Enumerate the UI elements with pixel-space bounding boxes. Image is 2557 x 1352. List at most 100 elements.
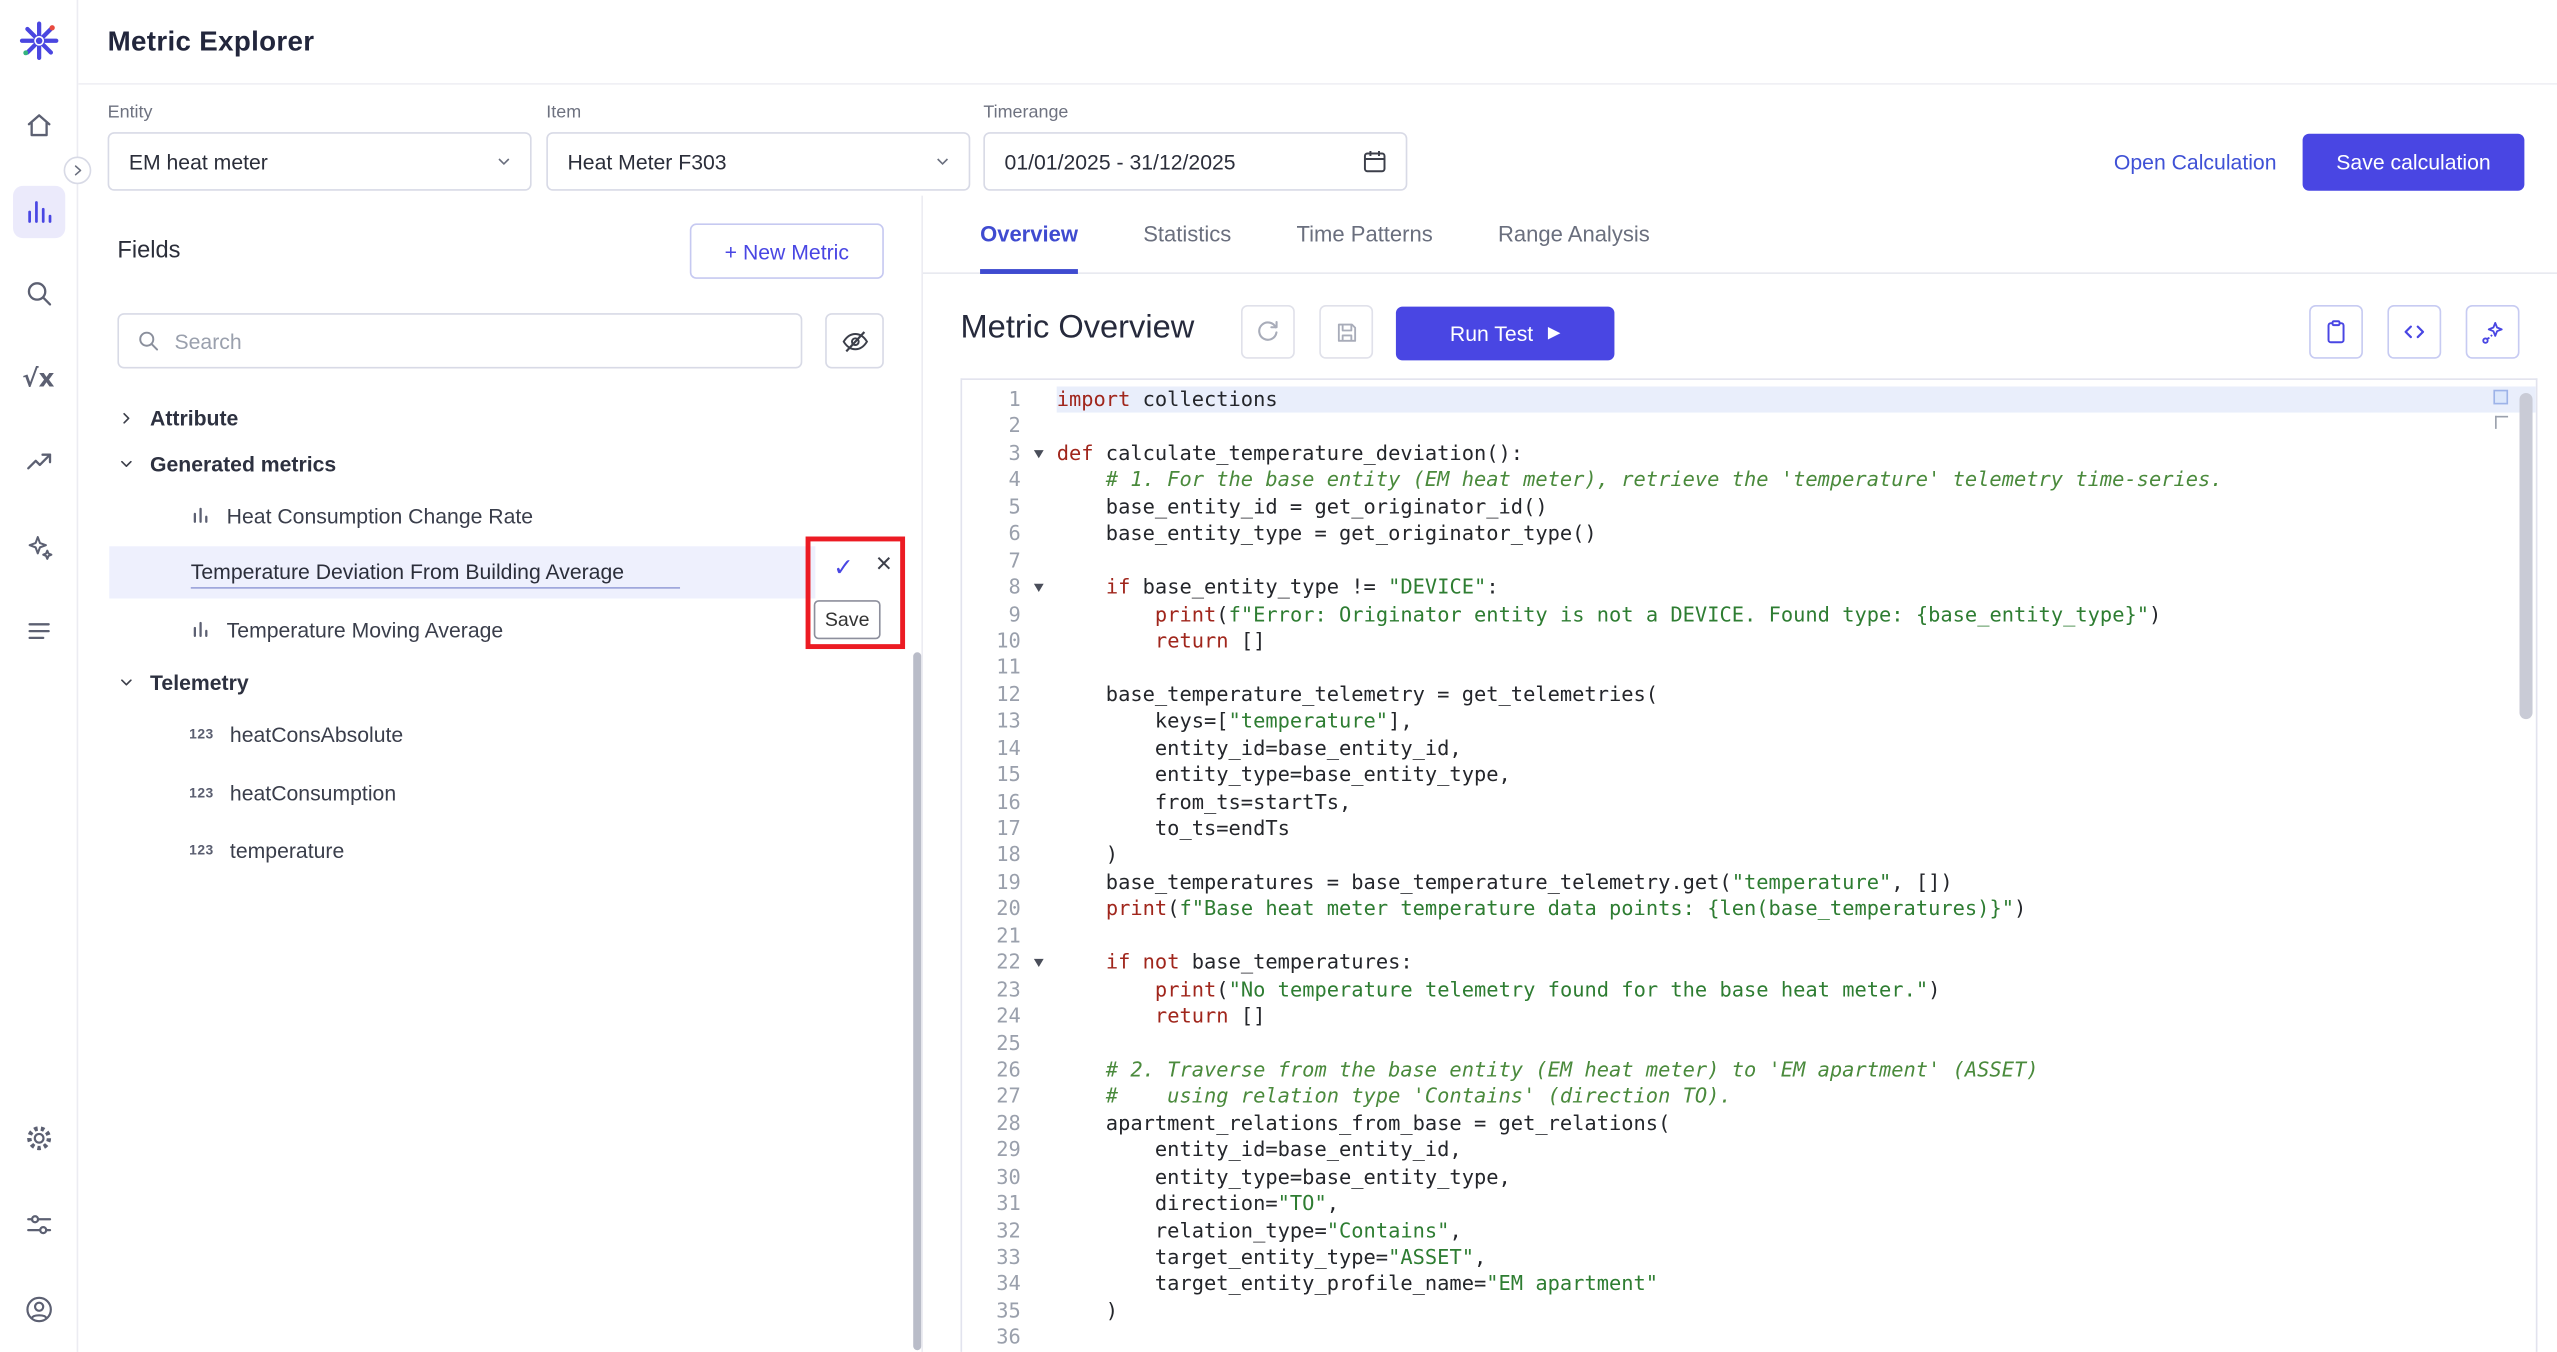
item-label: Item	[546, 103, 970, 123]
tree-group-telemetry[interactable]: Telemetry	[78, 659, 921, 705]
editor-line[interactable]: 4 # 1. For the base entity (EM heat mete…	[962, 467, 2536, 494]
editor-line[interactable]: 18 )	[962, 842, 2536, 869]
fold-gutter	[1027, 601, 1050, 628]
tree-item-heatconsumption[interactable]: 123 heatConsumption	[78, 770, 921, 816]
sidebar-item-metric-explorer[interactable]	[12, 186, 64, 238]
editor-line[interactable]: 20 print(f"Base heat meter temperature d…	[962, 896, 2536, 923]
sidebar-item-search[interactable]	[12, 267, 64, 319]
editor-line[interactable]: 7	[962, 547, 2536, 574]
new-metric-button[interactable]: + New Metric	[690, 223, 884, 278]
code-text: # 1. For the base entity (EM heat meter)…	[1057, 467, 2536, 494]
tree-group-generated-metrics[interactable]: Generated metrics	[78, 440, 921, 486]
item-select[interactable]: Heat Meter F303	[546, 132, 970, 191]
fold-marker-icon[interactable]	[1027, 440, 1050, 467]
sidebar-item-preferences[interactable]	[12, 1199, 64, 1251]
sidebar-item-list[interactable]	[12, 605, 64, 657]
metric-name-input[interactable]	[191, 556, 680, 589]
fold-marker-icon[interactable]	[1027, 949, 1050, 976]
save-code-button[interactable]	[1319, 305, 1373, 359]
editor-line[interactable]: 30 entity_type=base_entity_type,	[962, 1164, 2536, 1191]
sidebar-item-trends[interactable]	[12, 435, 64, 487]
editor-line[interactable]: 2	[962, 413, 2536, 440]
sidebar-item-settings[interactable]	[12, 1112, 64, 1164]
editor-line[interactable]: 6 base_entity_type = get_originator_type…	[962, 521, 2536, 548]
editor-line[interactable]: 16 from_ts=startTs,	[962, 789, 2536, 816]
editor-line[interactable]: 11	[962, 655, 2536, 682]
editor-line[interactable]: 23 print("No temperature telemetry found…	[962, 976, 2536, 1003]
metric-bar-icon	[189, 618, 212, 641]
sidebar-item-formulas[interactable]: √x	[12, 352, 64, 404]
editor-line[interactable]: 10 return []	[962, 628, 2536, 655]
tab-time-patterns[interactable]: Time Patterns	[1297, 195, 1433, 273]
tab-overview[interactable]: Overview	[980, 195, 1078, 273]
editor-line[interactable]: 19 base_temperatures = base_temperature_…	[962, 869, 2536, 896]
tree-item-temperature-moving-average[interactable]: Temperature Moving Average	[78, 607, 921, 653]
code-text: return []	[1057, 628, 2536, 655]
editor-line[interactable]: 21	[962, 923, 2536, 950]
editor-line[interactable]: 17 to_ts=endTs	[962, 815, 2536, 842]
editor-line[interactable]: 5 base_entity_id = get_originator_id()	[962, 494, 2536, 521]
editor-line[interactable]: 3def calculate_temperature_deviation():	[962, 440, 2536, 467]
editor-line[interactable]: 15 entity_type=base_entity_type,	[962, 762, 2536, 789]
run-test-button[interactable]: Run Test ▶	[1396, 307, 1615, 361]
editor-line[interactable]: 1import collections	[962, 386, 2536, 413]
tree-group-attribute[interactable]: Attribute	[78, 395, 921, 441]
fold-gutter	[1027, 869, 1050, 896]
line-number: 33	[962, 1244, 1027, 1271]
editor-line[interactable]: 26 # 2. Traverse from the base entity (E…	[962, 1057, 2536, 1084]
open-calculation-link[interactable]: Open Calculation	[2114, 150, 2277, 174]
code-text: target_entity_profile_name="EM apartment…	[1057, 1271, 2536, 1298]
sidebar-item-home[interactable]	[12, 99, 64, 151]
fold-gutter	[1027, 976, 1050, 1003]
line-number: 29	[962, 1137, 1027, 1164]
code-editor[interactable]: 1import collections23def calculate_tempe…	[961, 378, 2538, 1352]
tree-item-heat-consumption-change-rate[interactable]: Heat Consumption Change Rate	[78, 492, 921, 538]
refresh-button[interactable]	[1241, 305, 1295, 359]
tree-item-label: Heat Consumption Change Rate	[227, 503, 533, 527]
fold-gutter	[1027, 494, 1050, 521]
editor-line[interactable]: 36	[962, 1325, 2536, 1352]
editor-scrollbar[interactable]	[2519, 393, 2532, 719]
cancel-rename-button[interactable]: ×	[876, 548, 892, 581]
editor-line[interactable]: 32 relation_type="Contains",	[962, 1217, 2536, 1244]
sidebar-item-account[interactable]	[12, 1283, 64, 1335]
entity-select[interactable]: EM heat meter	[108, 132, 532, 191]
fold-gutter	[1027, 1083, 1050, 1110]
editor-line[interactable]: 22 if not base_temperatures:	[962, 949, 2536, 976]
tab-statistics[interactable]: Statistics	[1143, 195, 1231, 273]
code-view-button[interactable]	[2387, 305, 2441, 359]
copy-code-button[interactable]	[2309, 305, 2363, 359]
editor-line[interactable]: 29 entity_id=base_entity_id,	[962, 1137, 2536, 1164]
toggle-hidden-fields-button[interactable]	[825, 313, 884, 368]
editor-line[interactable]: 12 base_temperature_telemetry = get_tele…	[962, 681, 2536, 708]
editor-line[interactable]: 8 if base_entity_type != "DEVICE":	[962, 574, 2536, 601]
line-number: 9	[962, 601, 1027, 628]
editor-line[interactable]: 35 )	[962, 1298, 2536, 1325]
fold-marker-icon[interactable]	[1027, 574, 1050, 601]
editor-line[interactable]: 25	[962, 1030, 2536, 1057]
line-number: 7	[962, 547, 1027, 574]
timerange-input[interactable]: 01/01/2025 - 31/12/2025	[983, 132, 1407, 191]
ai-assist-button[interactable]	[2466, 305, 2520, 359]
editor-line[interactable]: 27 # using relation type 'Contains' (dir…	[962, 1083, 2536, 1110]
editor-line[interactable]: 13 keys=["temperature"],	[962, 708, 2536, 735]
tab-range-analysis[interactable]: Range Analysis	[1498, 195, 1650, 273]
editor-line[interactable]: 31 direction="TO",	[962, 1191, 2536, 1218]
editor-line[interactable]: 28 apartment_relations_from_base = get_r…	[962, 1110, 2536, 1137]
confirm-rename-button[interactable]: ✓	[833, 553, 854, 582]
page-title: Metric Explorer	[108, 25, 315, 58]
fold-gutter	[1027, 1110, 1050, 1137]
sidebar-expand-button[interactable]	[64, 157, 92, 185]
editor-line[interactable]: 33 target_entity_type="ASSET",	[962, 1244, 2536, 1271]
sidebar-item-ai[interactable]	[12, 522, 64, 574]
tree-item-temperature[interactable]: 123 temperature	[78, 827, 921, 873]
editor-line[interactable]: 34 target_entity_profile_name="EM apartm…	[962, 1271, 2536, 1298]
app-logo[interactable]	[12, 15, 64, 67]
editor-line[interactable]: 9 print(f"Error: Originator entity is no…	[962, 601, 2536, 628]
save-calculation-button[interactable]: Save calculation	[2303, 134, 2525, 191]
fields-scrollbar[interactable]	[913, 652, 921, 1350]
fields-search-input[interactable]	[174, 329, 784, 353]
editor-line[interactable]: 14 entity_id=base_entity_id,	[962, 735, 2536, 762]
editor-line[interactable]: 24 return []	[962, 1003, 2536, 1030]
tree-item-heatconsabsolute[interactable]: 123 heatConsAbsolute	[78, 711, 921, 757]
